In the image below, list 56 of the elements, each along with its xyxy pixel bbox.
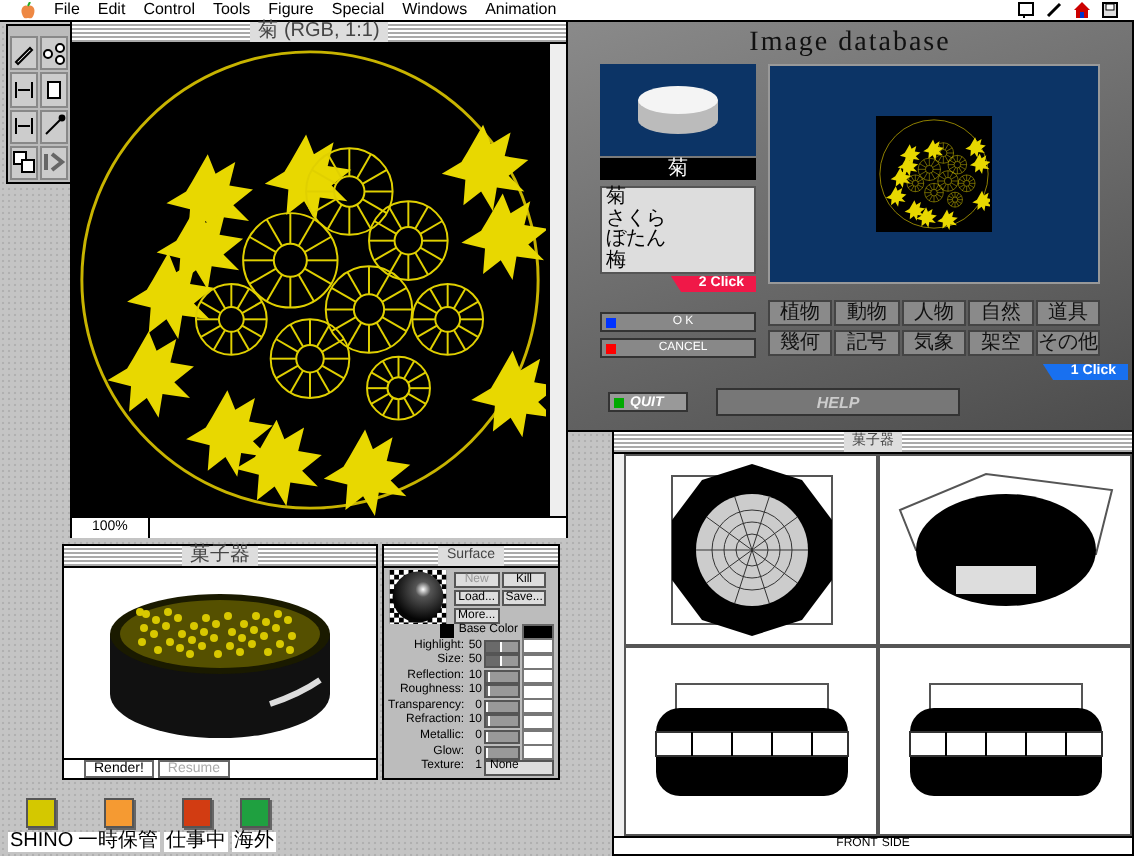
menu-item[interactable]: File	[54, 0, 80, 20]
menu-item[interactable]: Figure	[268, 0, 314, 20]
apple-logo-icon[interactable]	[20, 1, 36, 19]
bracket-icon	[12, 114, 36, 139]
help-icon[interactable]	[1018, 2, 1034, 18]
window-title: 菊 (RGB, 1:1)	[250, 22, 388, 42]
menu-item[interactable]: Tools	[212, 0, 251, 20]
category-button[interactable]: 自然	[968, 300, 1034, 326]
network-icon	[42, 41, 66, 66]
house-icon[interactable]	[1074, 2, 1090, 18]
icon-label[interactable]: SHINO	[8, 832, 76, 852]
menu-item[interactable]: Windows	[402, 0, 468, 20]
icon-label[interactable]: 仕事中	[164, 832, 228, 852]
tool-button[interactable]	[10, 109, 38, 144]
image-caption: 菊	[600, 158, 756, 180]
flower-artwork-drawing	[878, 118, 990, 230]
category-button[interactable]: 動物	[834, 300, 900, 326]
list-item[interactable]: ぼたん	[602, 230, 754, 251]
list-item[interactable]: 菊	[602, 188, 754, 209]
tool-button[interactable]	[10, 72, 38, 107]
color-swatch[interactable]	[522, 668, 554, 685]
category-button[interactable]: 人物	[901, 300, 967, 326]
bracket-icon	[12, 77, 36, 102]
category-button[interactable]: その他	[1035, 330, 1100, 356]
checkbox[interactable]	[440, 624, 455, 638]
copy-icon	[12, 150, 36, 175]
panel-title: Image database	[749, 28, 951, 60]
category-button[interactable]: 気象	[901, 330, 967, 356]
tool-button[interactable]	[10, 36, 38, 71]
category-button[interactable]: 道具	[1035, 300, 1100, 326]
menu-item[interactable]: Animation	[485, 0, 557, 20]
color-swatch[interactable]	[522, 638, 554, 654]
category-button[interactable]: 植物	[768, 300, 833, 326]
tool-button[interactable]	[40, 72, 68, 107]
menu-item[interactable]: Special	[331, 0, 385, 20]
pencil-icon	[12, 41, 36, 66]
color-swatch[interactable]	[522, 744, 554, 761]
category-button[interactable]: 記号	[834, 330, 900, 356]
icon-label[interactable]: 海外	[232, 832, 276, 852]
list-item[interactable]: さくら	[602, 209, 754, 230]
list-item[interactable]: 梅	[602, 251, 754, 272]
tool-button[interactable]	[40, 109, 68, 144]
line-icon	[42, 114, 66, 139]
category-button[interactable]: 幾何	[768, 330, 833, 356]
tool-button[interactable]	[40, 36, 68, 71]
scroll-bar[interactable]	[548, 44, 566, 516]
tool-button[interactable]	[10, 145, 38, 180]
menu-item[interactable]: Control	[143, 0, 195, 20]
pencil-icon[interactable]	[1046, 2, 1062, 18]
category-button[interactable]: 架空	[968, 330, 1034, 356]
window-title: 菓子器	[182, 546, 258, 566]
color-swatch[interactable]	[522, 698, 554, 715]
sphere-preview-drawing	[388, 570, 448, 624]
color-swatch[interactable]	[522, 623, 554, 639]
menu-item[interactable]: Edit	[97, 0, 126, 20]
icon-label[interactable]: 一時保管	[76, 832, 160, 852]
